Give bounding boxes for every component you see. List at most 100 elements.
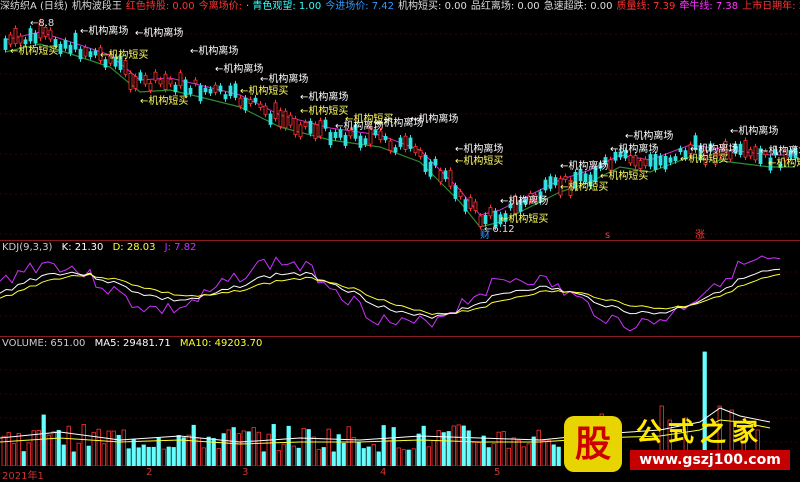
volume-bar [256,431,261,466]
header-item: 机构短买: 0.00 [398,1,467,12]
candle [738,143,743,155]
volume-bar [201,447,206,466]
logo-seal: 股 [564,416,622,472]
candle [233,83,238,98]
volume-bar [536,429,541,466]
candle [418,150,423,158]
candle [133,76,138,89]
volume-bar [71,451,76,466]
candle [643,158,648,167]
volume-bar [246,431,251,466]
candle [388,140,393,151]
volume-bar [486,447,491,466]
volume-bar [556,446,561,466]
signal-label: ←机构离场 [455,142,503,155]
candle [273,102,278,119]
candle [433,158,438,166]
candle [263,105,268,115]
candle [668,157,673,163]
candle [33,32,38,44]
candle [268,113,273,125]
volume-bar [1,435,6,466]
candle [628,155,633,164]
time-axis-label: 2 [146,467,153,478]
volume-bar [261,451,266,466]
volume-bar [306,429,311,466]
candle [583,173,588,183]
candle [678,148,683,152]
signal-label: ←机构短买 [600,169,648,182]
volume-bar [456,424,461,466]
volume-bar [286,425,291,466]
candle [83,47,88,57]
header-item: 机构波段王 [71,1,122,12]
header-item: 质量线: 7.39 [616,1,676,12]
volume-bar [506,447,511,466]
candle [193,79,198,84]
candle [393,147,398,153]
candle [638,160,643,169]
volume-bar [431,440,436,466]
kdj-chart[interactable] [0,254,800,336]
volume-bar [466,430,471,466]
volume-bar [111,430,116,466]
candle [748,149,753,157]
candle [328,132,333,146]
site-logo: 股 公式之家 www.gszj100.com [564,412,794,476]
panel-divider [0,336,800,337]
candle [463,199,468,212]
candle [608,159,613,171]
signal-label: ←机构离场 [135,26,183,39]
volume-bar [106,430,111,466]
volume-bar [276,449,281,466]
candle [753,146,758,161]
candle [223,94,228,100]
candle [158,79,163,85]
volume-bar [156,437,161,466]
candle [173,84,178,93]
volume-bar [406,449,411,466]
volume-header: VOLUME: 651.00 MA5: 29481.71 MA10: 49203… [2,338,268,350]
signal-label: ←机构离场 [610,142,658,155]
candle [378,130,383,141]
volume-bar [301,427,306,466]
candle [313,123,318,139]
candle [153,71,158,81]
candle [648,154,653,167]
volume-bar [546,439,551,466]
volume-bar [281,443,286,466]
kdj-header: KDJ(9,3,3) K: 21.30 D: 28.03 J: 7.82 [2,242,202,254]
candle [208,88,213,94]
signal-label: ←机构离场 [760,144,800,157]
volume-title: VOLUME: 651.00 [2,338,86,349]
volume-ma10: MA10: 49203.70 [179,338,263,349]
candle [183,79,188,96]
signal-label: ←机构离场 [730,124,778,137]
kdj-title: KDJ(9,3,3) [2,242,53,253]
signal-label: ←机构短买 [768,156,800,169]
volume-ma5: MA5: 29481.71 [94,338,171,349]
volume-bar [81,424,86,466]
kdj-j-value: J: 7.82 [164,242,197,253]
signal-label: ←机构离场 [410,112,458,125]
volume-bar [451,425,456,466]
time-axis-label: 4 [380,467,387,478]
volume-bar [361,448,366,466]
header-item: 今离场价: [198,1,243,12]
volume-bar [541,440,546,466]
candle [658,155,663,166]
volume-bar [131,439,136,466]
candle [448,169,453,187]
candle [188,87,193,95]
price-chart[interactable]: ←机构短买←机构离场←机构短买←机构离场←机构短买←机构离场←机构离场←机构短买… [0,14,800,240]
candle [278,110,283,127]
volume-bar [496,431,501,466]
candle [288,114,293,126]
candle [423,154,428,172]
candle [138,72,143,81]
candle [58,43,63,54]
volume-bar [171,447,176,466]
volume-bar [186,434,191,466]
volume-bar [311,436,316,466]
volume-bar [96,428,101,466]
